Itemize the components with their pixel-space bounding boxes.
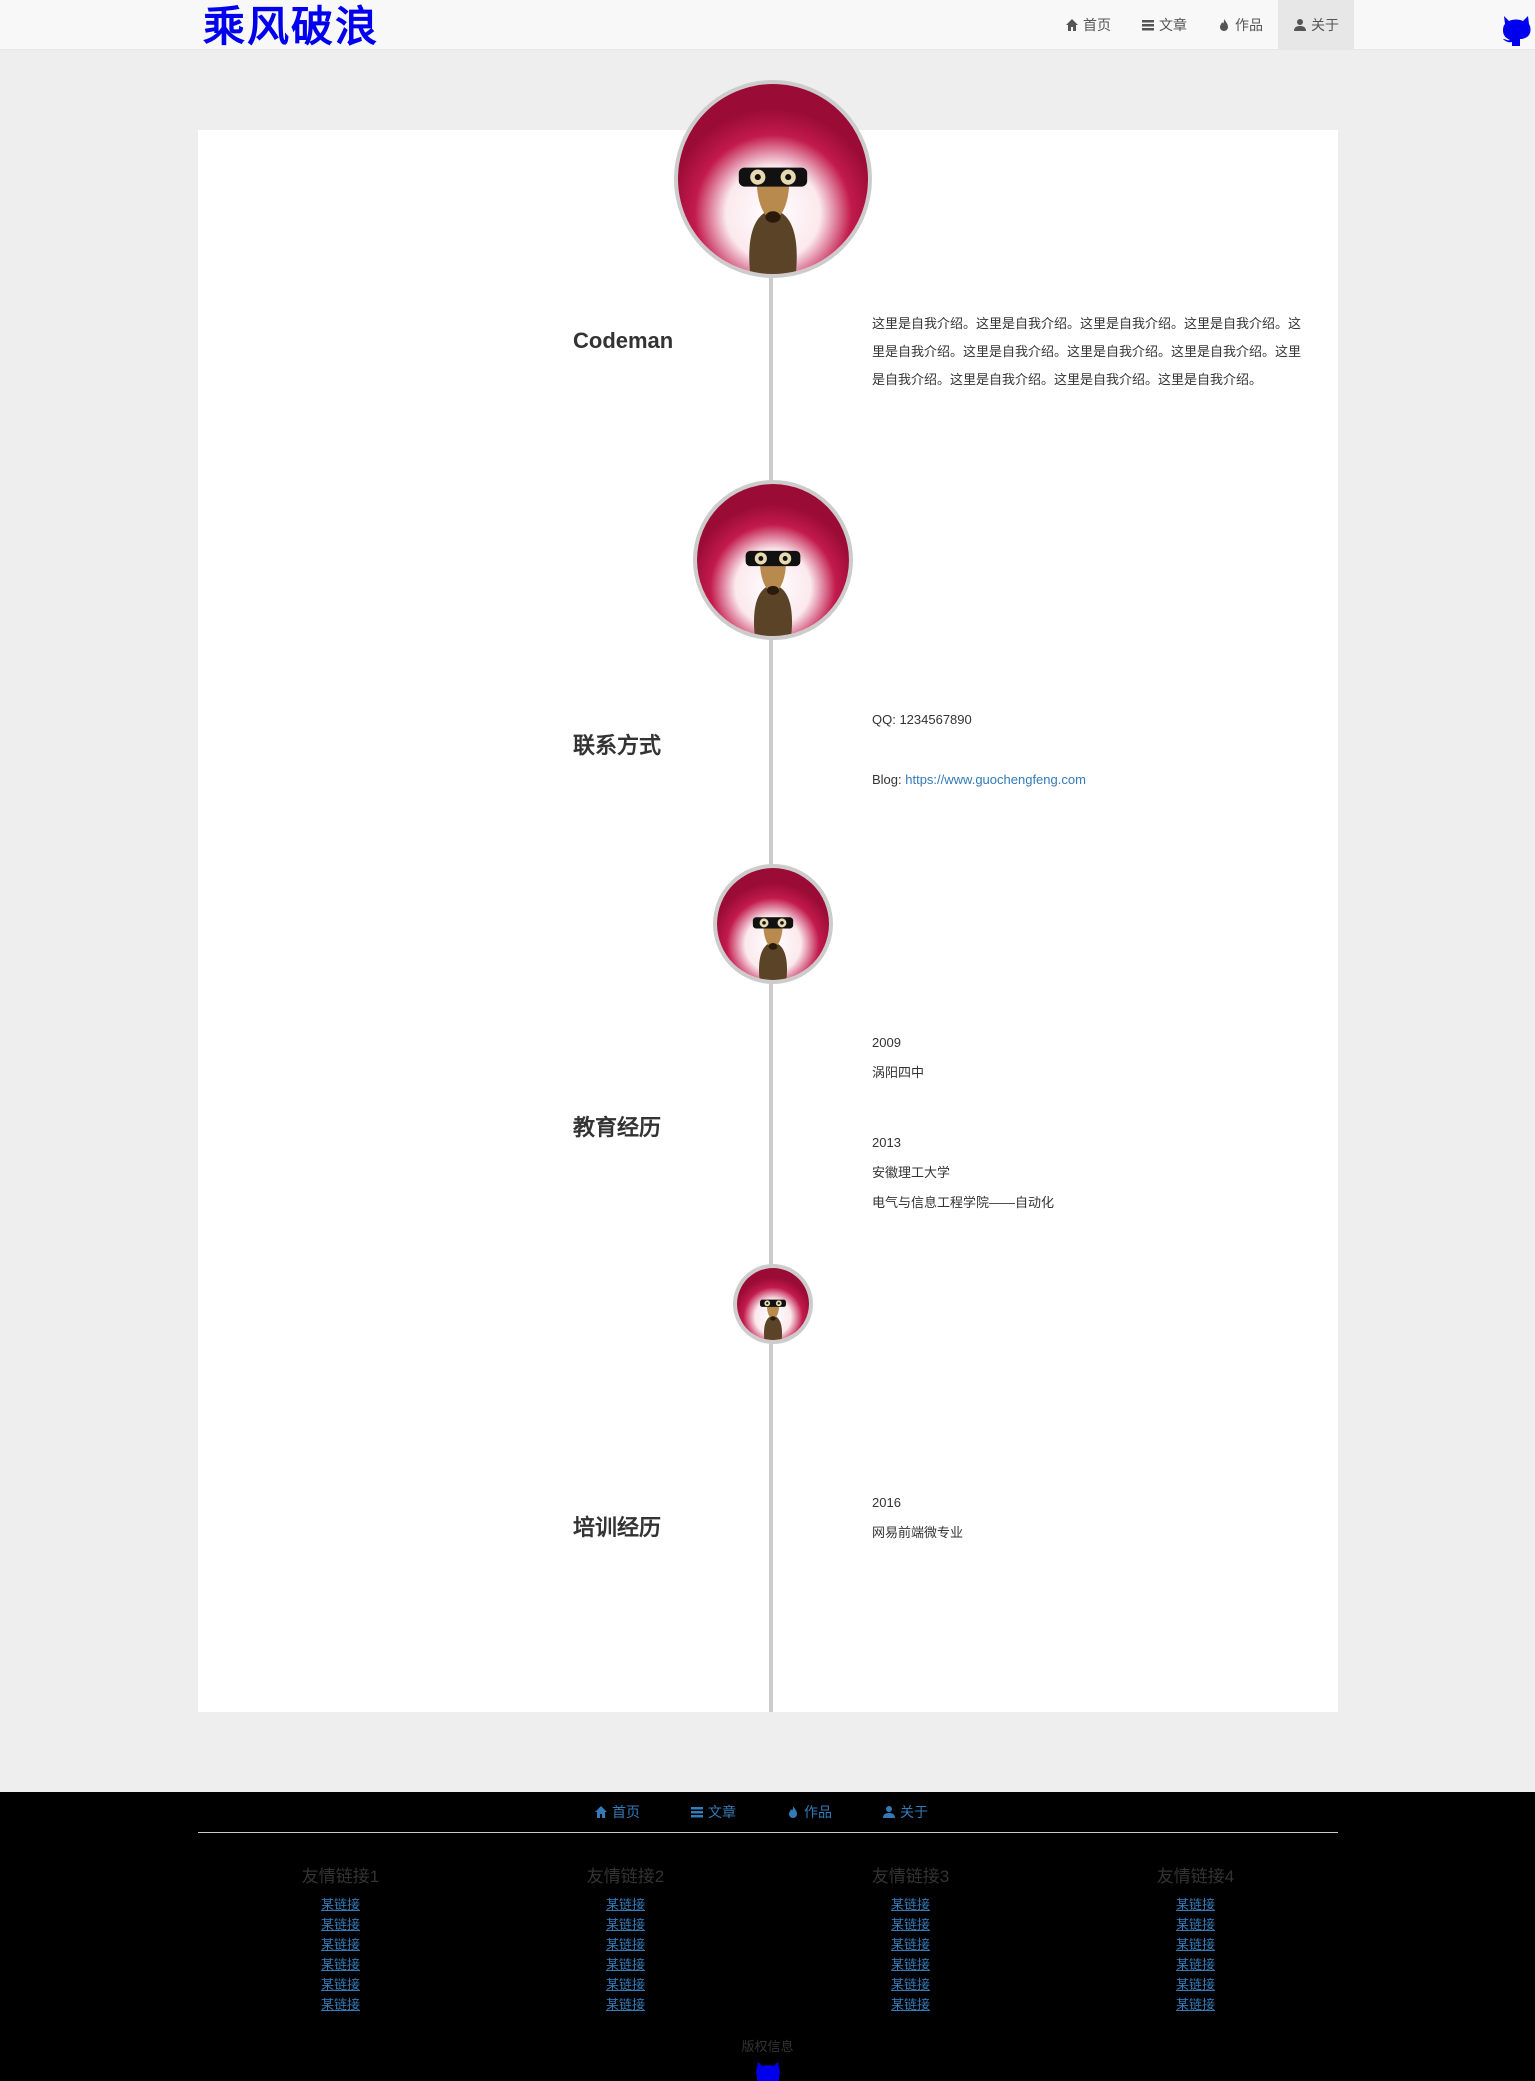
edu-major-2: 电气与信息工程学院——自动化 [872, 1195, 1055, 1210]
nav-articles-label: 文章 [1159, 17, 1187, 33]
friend-link[interactable]: 某链接 [198, 1955, 483, 1975]
github-octocat-icon[interactable] [1498, 12, 1534, 52]
copyright: 版权信息 [741, 2039, 794, 2054]
friend-link[interactable]: 某链接 [483, 1935, 768, 1955]
nav-home-label: 首页 [1083, 17, 1111, 33]
fire-icon [789, 1806, 797, 1818]
friend-link[interactable]: 某链接 [1053, 1975, 1338, 1995]
blog-link[interactable]: https://www.guochengfeng.com [905, 772, 1086, 787]
footer-nav-articles[interactable]: 文章 [690, 1802, 736, 1822]
footer-nav: 首页 文章 作品 关于 [594, 1802, 928, 1822]
avatar [733, 1264, 813, 1344]
avatar [713, 864, 833, 984]
about-card: Codeman 这里是自我介绍。这里是自我介绍。这里是自我介绍。这里是自我介绍。… [198, 80, 1338, 1712]
friend-link[interactable]: 某链接 [1053, 1915, 1338, 1935]
list-icon [1142, 20, 1154, 31]
friend-link[interactable]: 某链接 [1053, 1935, 1338, 1955]
footer-nav-works-label: 作品 [804, 1804, 832, 1820]
edu-year-1: 2009 [872, 1035, 901, 1050]
friend-link[interactable]: 某链接 [1053, 1895, 1338, 1915]
friend-link[interactable]: 某链接 [1053, 1995, 1338, 2015]
home-icon [595, 1806, 607, 1818]
blog-label: Blog: [872, 772, 906, 787]
nav-works-label: 作品 [1235, 17, 1263, 33]
intro-text: 这里是自我介绍。这里是自我介绍。这里是自我介绍。这里是自我介绍。这里是自我介绍。… [872, 316, 1302, 387]
user-icon [883, 1806, 895, 1818]
friend-link[interactable]: 某链接 [483, 1995, 768, 2015]
friend-link[interactable]: 某链接 [483, 1915, 768, 1935]
brand-logo[interactable]: 乘风破浪 [203, 2, 379, 52]
section-title-contact: 联系方式 [573, 733, 662, 758]
friend-link[interactable]: 某链接 [768, 1915, 1053, 1935]
link-column-title: 友情链接2 [586, 1867, 665, 1886]
main-nav: 首页 文章 作品 关于 [1050, 0, 1354, 50]
footer-nav-articles-label: 文章 [708, 1804, 736, 1820]
avatar-sloth-glasses [678, 84, 868, 274]
footer-nav-about-label: 关于 [900, 1804, 928, 1820]
friend-link[interactable]: 某链接 [768, 1935, 1053, 1955]
friend-link[interactable]: 某链接 [483, 1955, 768, 1975]
footer-nav-about[interactable]: 关于 [882, 1802, 928, 1822]
friend-link[interactable]: 某链接 [1053, 1955, 1338, 1975]
nav-about-label: 关于 [1311, 17, 1339, 33]
link-column: 友情链接4 某链接 某链接 某链接 某链接 某链接 某链接 [1053, 1862, 1338, 2015]
nav-about[interactable]: 关于 [1278, 0, 1354, 50]
edu-school-2: 安徽理工大学 [872, 1165, 951, 1180]
training-info: 2016 网易前端微专业 [872, 1488, 963, 1548]
nav-articles[interactable]: 文章 [1126, 0, 1202, 50]
friend-link[interactable]: 某链接 [198, 1975, 483, 1995]
edu-school-1: 涡阳四中 [872, 1065, 925, 1080]
link-column: 友情链接3 某链接 某链接 某链接 某链接 某链接 某链接 [768, 1862, 1053, 2015]
training-year: 2016 [872, 1495, 901, 1510]
friend-link[interactable]: 某链接 [198, 1895, 483, 1915]
training-program: 网易前端微专业 [872, 1525, 964, 1540]
top-navbar: 乘风破浪 首页 文章 作品 关于 [0, 0, 1535, 52]
contact-info: QQ: 1234567890 Blog: https://www.guochen… [872, 705, 1086, 795]
friend-links: 友情链接1 某链接 某链接 某链接 某链接 某链接 某链接 友情链接2 某链接 … [198, 1862, 1338, 2015]
footer-divider [198, 1832, 1338, 1833]
link-column-title: 友情链接1 [301, 1867, 380, 1886]
friend-link[interactable]: 某链接 [198, 1935, 483, 1955]
link-column-title: 友情链接4 [1156, 1867, 1235, 1886]
friend-link[interactable]: 某链接 [768, 1995, 1053, 2015]
link-column-title: 友情链接3 [871, 1867, 950, 1886]
nav-works[interactable]: 作品 [1202, 0, 1278, 50]
friend-link[interactable]: 某链接 [768, 1975, 1053, 1995]
friend-link[interactable]: 某链接 [198, 1995, 483, 2015]
friend-link[interactable]: 某链接 [768, 1955, 1053, 1975]
footer: 首页 文章 作品 关于 友情链接1 某链接 某链接 某链接 某链接 某链接 某链… [0, 1792, 1535, 2081]
friend-link[interactable]: 某链接 [768, 1895, 1053, 1915]
section-title-education: 教育经历 [573, 1115, 662, 1140]
avatar [674, 80, 872, 278]
education-info: 2009 涡阳四中 2013 安徽理工大学 电气与信息工程学院——自动化 [872, 1028, 1054, 1218]
avatar [693, 480, 853, 640]
friend-link[interactable]: 某链接 [198, 1915, 483, 1935]
github-octocat-icon[interactable] [754, 2060, 782, 2081]
list-icon [691, 1807, 703, 1818]
qq-number: QQ: 1234567890 [872, 712, 972, 727]
fire-icon [1220, 19, 1228, 31]
section-title-training: 培训经历 [573, 1515, 662, 1540]
link-column: 友情链接2 某链接 某链接 某链接 某链接 某链接 某链接 [483, 1862, 768, 2015]
home-icon [1066, 19, 1078, 31]
friend-link[interactable]: 某链接 [483, 1895, 768, 1915]
avatar-sloth-glasses [717, 868, 829, 980]
avatar-sloth-glasses [737, 1268, 809, 1340]
user-icon [1294, 19, 1306, 31]
link-column: 友情链接1 某链接 某链接 某链接 某链接 某链接 某链接 [198, 1862, 483, 2015]
footer-nav-works[interactable]: 作品 [786, 1802, 832, 1822]
footer-nav-home-label: 首页 [612, 1804, 640, 1820]
edu-year-2: 2013 [872, 1135, 901, 1150]
blog-row: Blog: https://www.guochengfeng.com [872, 765, 1086, 795]
friend-link[interactable]: 某链接 [483, 1975, 768, 1995]
avatar-sloth-glasses [697, 484, 849, 636]
nav-home[interactable]: 首页 [1050, 0, 1126, 50]
section-title-intro: Codeman [573, 328, 674, 353]
footer-nav-home[interactable]: 首页 [594, 1802, 640, 1822]
